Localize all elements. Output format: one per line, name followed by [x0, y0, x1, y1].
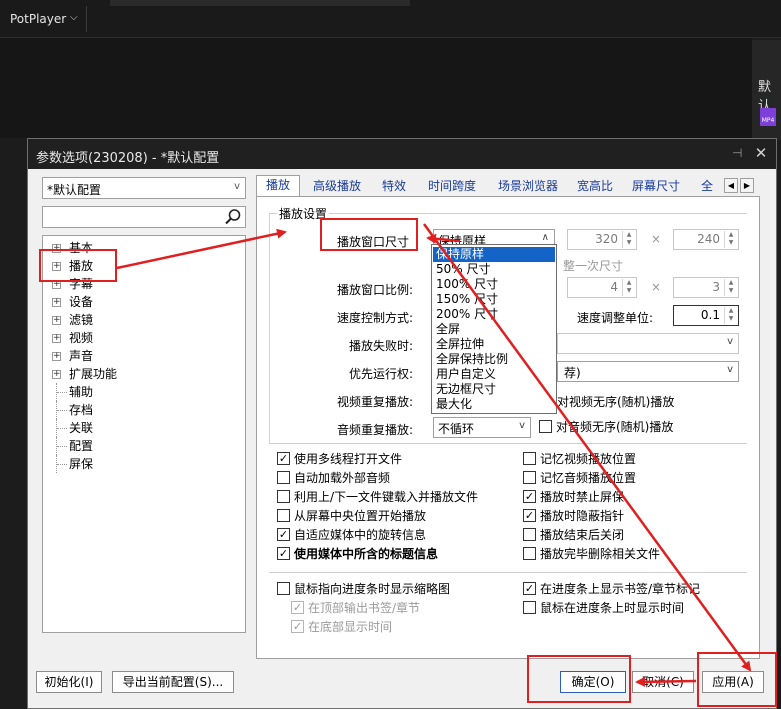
annotation-arrows [116, 223, 752, 687]
annotation-arrow [116, 228, 287, 270]
annotation-arrow [422, 223, 752, 672]
annotation-arrow [426, 233, 461, 244]
annotation-arrow [635, 676, 697, 687]
